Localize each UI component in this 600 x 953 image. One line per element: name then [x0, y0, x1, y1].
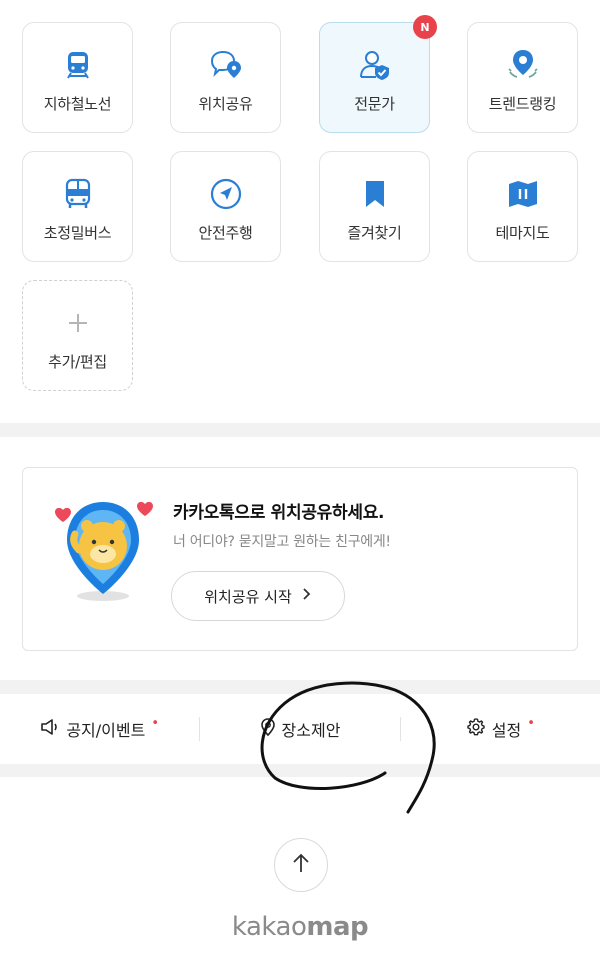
tile-label: 트렌드랭킹 — [488, 95, 557, 113]
megaphone-icon — [40, 718, 60, 740]
settings-label: 설정 — [491, 721, 522, 740]
chevron-right-icon — [302, 587, 312, 605]
notice-event-link[interactable]: 공지/이벤트 • — [0, 715, 199, 741]
location-pin-icon — [260, 717, 276, 741]
tile-subway[interactable]: 지하철노선 — [22, 22, 133, 133]
notice-event-label: 공지/이벤트 — [66, 721, 146, 740]
section-divider — [0, 423, 600, 437]
scroll-top-button[interactable] — [274, 838, 328, 892]
arrow-up-icon — [290, 851, 312, 879]
character-pin-illustration — [51, 490, 171, 610]
tile-label: 지하철노선 — [43, 95, 112, 113]
settings-link[interactable]: 설정 • — [401, 715, 600, 741]
place-suggest-link[interactable]: 장소제안 — [200, 717, 399, 741]
menu-grid: 지하철노선 위치공유 N 전문가 트렌드랭킹 초정밀버스 안전주행 즐겨찾기 테… — [22, 15, 582, 392]
new-badge: N — [413, 15, 437, 39]
footer-menu: 공지/이벤트 • 장소제안 설정 • — [0, 694, 600, 764]
new-dot: • — [527, 715, 535, 731]
tile-label: 즐겨찾기 — [347, 224, 402, 242]
start-location-share-button[interactable]: 위치공유 시작 — [171, 571, 345, 621]
new-dot: • — [151, 715, 159, 731]
tile-label: 테마지도 — [495, 224, 550, 242]
tile-add-edit[interactable]: 추가/편집 — [22, 280, 133, 391]
tile-label: 초정밀버스 — [43, 224, 112, 242]
location-share-icon — [208, 47, 244, 83]
bus-icon — [60, 176, 96, 212]
tile-bus[interactable]: 초정밀버스 — [22, 151, 133, 262]
bookmark-icon — [357, 176, 393, 212]
promo-subtitle: 너 어디야? 묻지말고 원하는 친구에게! — [173, 534, 391, 550]
trend-ranking-icon — [505, 47, 541, 83]
plus-icon — [60, 305, 96, 341]
expert-icon — [357, 47, 393, 83]
subway-icon — [60, 47, 96, 83]
tile-expert[interactable]: N 전문가 — [319, 15, 437, 133]
tile-label: 안전주행 — [198, 224, 253, 242]
tile-bookmark[interactable]: 즐겨찾기 — [319, 151, 430, 262]
tile-label: 전문가 — [354, 95, 395, 113]
safe-driving-icon — [208, 176, 244, 212]
logo-map-text: map — [306, 912, 369, 942]
tile-label: 추가/편집 — [48, 353, 107, 371]
tile-location-share[interactable]: 위치공유 — [170, 22, 281, 133]
place-suggest-label: 장소제안 — [281, 721, 341, 740]
theme-map-icon — [505, 176, 541, 212]
tile-theme-map[interactable]: 테마지도 — [467, 151, 578, 262]
start-location-share-label: 위치공유 시작 — [204, 587, 292, 606]
tile-label: 위치공유 — [198, 95, 253, 113]
location-share-promo-card: 카카오톡으로 위치공유하세요. 너 어디야? 묻지말고 원하는 친구에게! 위치… — [22, 467, 578, 651]
kakaomap-logo: kakaomap — [0, 912, 600, 942]
tile-safe-driving[interactable]: 안전주행 — [170, 151, 281, 262]
promo-title: 카카오톡으로 위치공유하세요. — [173, 503, 385, 523]
logo-kakao-text: kakao — [231, 912, 307, 942]
tile-trend-ranking[interactable]: 트렌드랭킹 — [467, 22, 578, 133]
gear-icon — [466, 717, 486, 741]
